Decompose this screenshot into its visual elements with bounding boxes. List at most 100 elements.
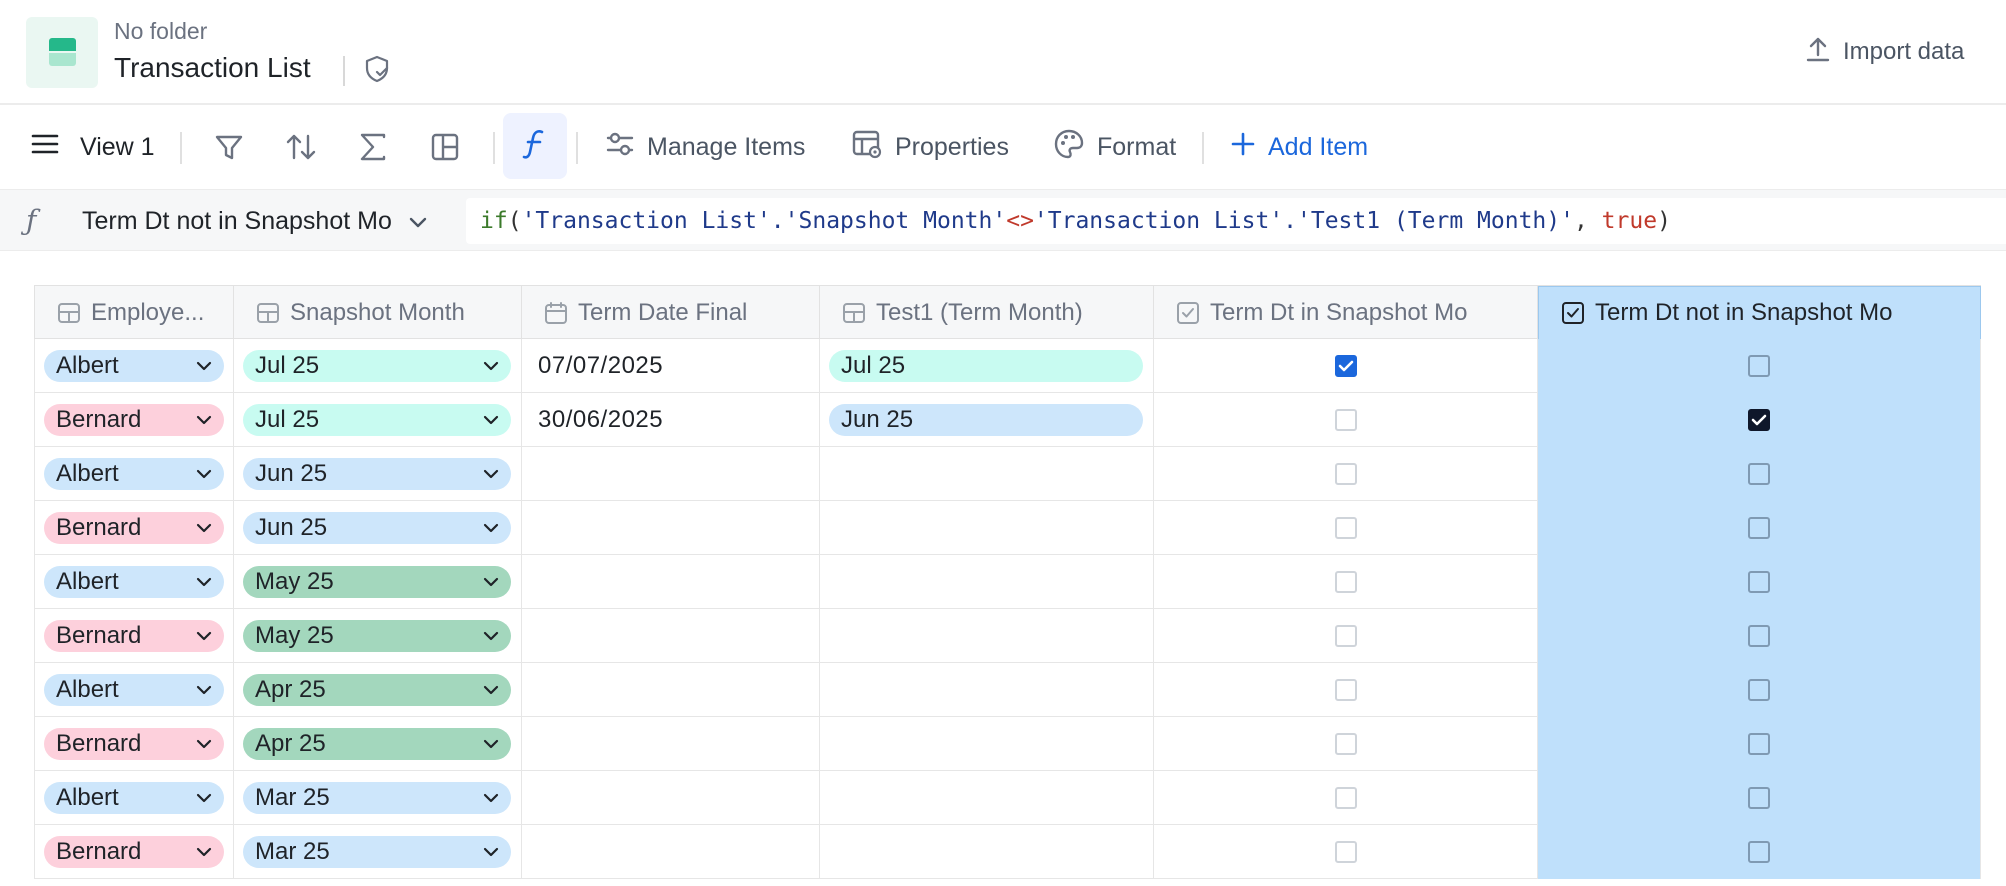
grid-cell[interactable]: Albert (34, 555, 234, 609)
grid-cell[interactable] (820, 501, 1154, 555)
filter-icon[interactable] (211, 129, 247, 165)
grid-cell[interactable] (1538, 663, 1981, 717)
import-data-button[interactable]: Import data (1805, 34, 1964, 70)
term-in-snapshot-checkbox[interactable] (1334, 463, 1357, 485)
term-in-snapshot-checkbox[interactable] (1334, 733, 1357, 755)
term-not-in-snapshot-checkbox[interactable] (1748, 787, 1770, 809)
term-not-in-snapshot-checkbox[interactable] (1748, 625, 1770, 647)
grid-cell[interactable] (1154, 609, 1538, 663)
grid-cell[interactable] (1538, 825, 1981, 879)
sort-icon[interactable] (283, 129, 319, 165)
grid-cell[interactable]: Bernard (34, 609, 234, 663)
layout-icon[interactable] (427, 129, 463, 165)
grid-cell[interactable] (820, 825, 1154, 879)
column-header-3[interactable]: Term Date Final (522, 286, 820, 340)
grid-cell[interactable] (1154, 447, 1538, 501)
grid-cell[interactable] (820, 555, 1154, 609)
grid-cell[interactable] (1538, 555, 1981, 609)
term-not-in-snapshot-checkbox[interactable] (1748, 571, 1770, 593)
grid-cell[interactable]: Jun 25 (234, 447, 522, 501)
grid-cell[interactable] (522, 447, 820, 501)
grid-cell[interactable] (522, 771, 820, 825)
shield-check-icon[interactable] (362, 54, 392, 84)
grid-cell[interactable] (820, 609, 1154, 663)
snapshot-month-chip[interactable]: Jul 25 (243, 350, 511, 382)
snapshot-month-chip[interactable]: Apr 25 (243, 674, 511, 706)
properties-button[interactable]: Properties (851, 107, 1009, 187)
grid-cell[interactable] (522, 609, 820, 663)
column-header-1[interactable]: Employe... (34, 286, 234, 340)
grid-cell[interactable]: Mar 25 (234, 771, 522, 825)
employee-chip[interactable]: Bernard (44, 728, 224, 760)
term-in-snapshot-checkbox[interactable] (1334, 355, 1357, 377)
grid-cell[interactable]: Albert (34, 771, 234, 825)
grid-cell[interactable]: 30/06/2025 (522, 393, 820, 447)
grid-cell[interactable] (522, 663, 820, 717)
grid-cell[interactable] (1538, 339, 1981, 393)
column-header-6[interactable]: Term Dt not in Snapshot Mo (1538, 286, 1981, 340)
column-header-2[interactable]: Snapshot Month (234, 286, 522, 340)
formula-field-select[interactable]: Term Dt not in Snapshot Mo (82, 190, 428, 252)
grid-cell[interactable] (1154, 663, 1538, 717)
grid-cell[interactable]: Jul 25 (820, 339, 1154, 393)
grid-cell[interactable]: Bernard (34, 393, 234, 447)
grid-cell[interactable]: Albert (34, 663, 234, 717)
employee-chip[interactable]: Bernard (44, 404, 224, 436)
employee-chip[interactable]: Albert (44, 566, 224, 598)
test1-month-chip[interactable]: Jun 25 (829, 404, 1143, 436)
grid-cell[interactable] (1154, 393, 1538, 447)
grid-cell[interactable]: Apr 25 (234, 717, 522, 771)
snapshot-month-chip[interactable]: Mar 25 (243, 836, 511, 868)
snapshot-month-chip[interactable]: May 25 (243, 566, 511, 598)
term-not-in-snapshot-checkbox[interactable] (1748, 463, 1770, 485)
add-item-button[interactable]: Add Item (1230, 107, 1368, 187)
grid-cell[interactable] (1154, 717, 1538, 771)
grid-cell[interactable]: Bernard (34, 717, 234, 771)
grid-cell[interactable] (522, 825, 820, 879)
grid-cell[interactable]: Albert (34, 447, 234, 501)
grid-cell[interactable]: Jul 25 (234, 393, 522, 447)
formula-fx-button[interactable] (503, 113, 567, 179)
grid-cell[interactable]: Mar 25 (234, 825, 522, 879)
term-not-in-snapshot-checkbox[interactable] (1748, 841, 1770, 863)
term-not-in-snapshot-checkbox[interactable] (1748, 733, 1770, 755)
grid-cell[interactable]: 07/07/2025 (522, 339, 820, 393)
term-in-snapshot-checkbox[interactable] (1334, 571, 1357, 593)
employee-chip[interactable]: Albert (44, 674, 224, 706)
grid-cell[interactable] (522, 555, 820, 609)
snapshot-month-chip[interactable]: Jul 25 (243, 404, 511, 436)
grid-cell[interactable] (1538, 447, 1981, 501)
view-selector[interactable]: View 1 (30, 107, 155, 187)
grid-cell[interactable]: Apr 25 (234, 663, 522, 717)
grid-cell[interactable]: Jun 25 (820, 393, 1154, 447)
grid-cell[interactable] (1538, 771, 1981, 825)
grid-cell[interactable] (820, 663, 1154, 717)
test1-month-chip[interactable]: Jul 25 (829, 350, 1143, 382)
grid-cell[interactable] (1154, 501, 1538, 555)
grid-cell[interactable]: Bernard (34, 501, 234, 555)
snapshot-month-chip[interactable]: May 25 (243, 620, 511, 652)
snapshot-month-chip[interactable]: Jun 25 (243, 512, 511, 544)
column-header-4[interactable]: Test1 (Term Month) (820, 286, 1154, 340)
grid-cell[interactable]: May 25 (234, 555, 522, 609)
term-in-snapshot-checkbox[interactable] (1334, 625, 1357, 647)
grid-cell[interactable] (1154, 555, 1538, 609)
term-not-in-snapshot-checkbox[interactable] (1748, 409, 1770, 431)
term-in-snapshot-checkbox[interactable] (1334, 787, 1357, 809)
grid-cell[interactable] (1538, 609, 1981, 663)
employee-chip[interactable]: Bernard (44, 512, 224, 544)
employee-chip[interactable]: Albert (44, 782, 224, 814)
grid-cell[interactable] (1154, 825, 1538, 879)
column-header-5[interactable]: Term Dt in Snapshot Mo (1154, 286, 1538, 340)
formula-input[interactable]: if('Transaction List'.'Snapshot Month'<>… (466, 198, 2006, 244)
grid-cell[interactable] (820, 447, 1154, 501)
grid-cell[interactable] (820, 771, 1154, 825)
employee-chip[interactable]: Albert (44, 350, 224, 382)
term-in-snapshot-checkbox[interactable] (1334, 409, 1357, 431)
term-not-in-snapshot-checkbox[interactable] (1748, 679, 1770, 701)
term-not-in-snapshot-checkbox[interactable] (1748, 355, 1770, 377)
term-in-snapshot-checkbox[interactable] (1334, 841, 1357, 863)
folder-label[interactable]: No folder (114, 18, 207, 45)
grid-cell[interactable]: May 25 (234, 609, 522, 663)
term-in-snapshot-checkbox[interactable] (1334, 679, 1357, 701)
